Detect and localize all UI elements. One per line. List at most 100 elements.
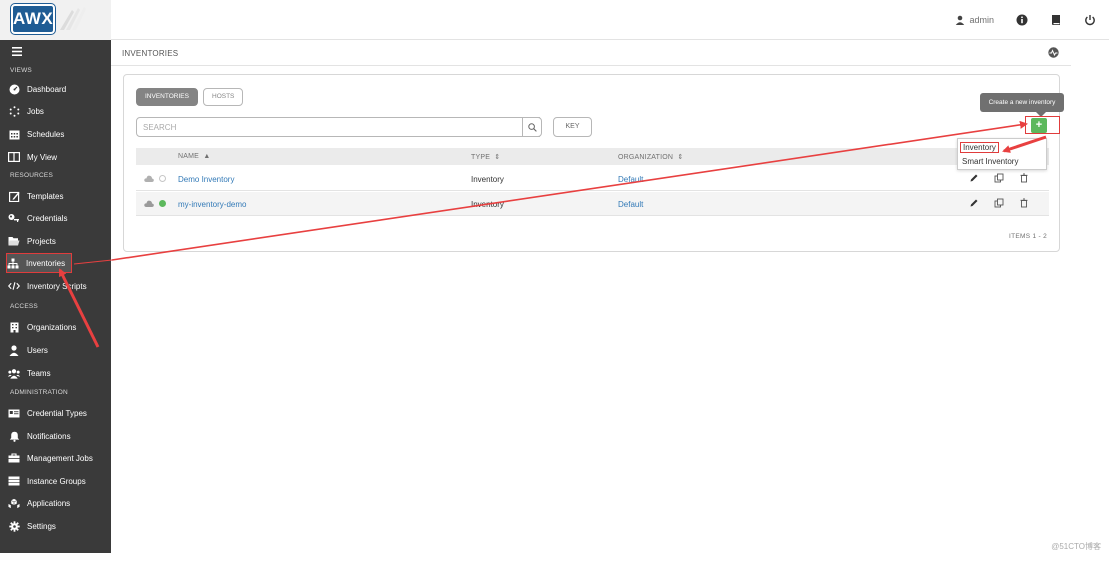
current-user-link[interactable]: admin bbox=[955, 15, 994, 25]
gear-icon bbox=[8, 520, 20, 532]
tab-hosts[interactable]: HOSTS bbox=[203, 88, 244, 106]
edit-icon[interactable] bbox=[969, 198, 979, 208]
sidebar-item-instance-groups[interactable]: Instance Groups bbox=[8, 471, 109, 491]
search-input[interactable] bbox=[136, 117, 540, 137]
sidebar-item-label: Users bbox=[27, 345, 48, 355]
key-icon bbox=[8, 212, 20, 224]
add-dropdown-menu: Inventory Smart Inventory bbox=[957, 138, 1047, 170]
key-button[interactable]: KEY bbox=[553, 117, 592, 137]
column-header-organization[interactable]: ORGANIZATION ⇕ bbox=[618, 153, 684, 161]
sidebar-item-inventories[interactable]: Inventories bbox=[6, 253, 72, 273]
logo-wing-icon bbox=[60, 7, 86, 30]
users-icon bbox=[8, 367, 20, 379]
activity-stream-icon[interactable] bbox=[1048, 47, 1059, 58]
sidebar-item-label: Inventory Scripts bbox=[27, 281, 87, 291]
top-navbar: AWX admin bbox=[0, 0, 1109, 40]
cloud-sync-icon bbox=[144, 175, 154, 182]
organization-link[interactable]: Default bbox=[618, 175, 643, 184]
sidebar-item-label: Inventories bbox=[26, 258, 66, 268]
sidebar-item-my-view[interactable]: My View bbox=[8, 147, 109, 167]
sort-icon: ⇕ bbox=[675, 154, 684, 161]
edit-icon[interactable] bbox=[969, 173, 979, 183]
sidebar-item-applications[interactable]: Applications bbox=[8, 493, 109, 513]
sidebar-item-label: Credential Types bbox=[27, 408, 87, 418]
sidebar: VIEWS Dashboard Jobs Schedules My View R… bbox=[0, 40, 111, 553]
sidebar-item-notifications[interactable]: Notifications bbox=[8, 426, 109, 446]
menu-item-smart-inventory[interactable]: Smart Inventory bbox=[962, 157, 1018, 166]
sidebar-item-settings[interactable]: Settings bbox=[8, 516, 109, 536]
delete-icon[interactable] bbox=[1019, 173, 1029, 183]
bell-icon bbox=[8, 430, 20, 442]
inventory-type: Inventory bbox=[471, 200, 504, 209]
status-indicator-empty bbox=[159, 175, 166, 182]
hamburger-menu-icon[interactable] bbox=[12, 47, 22, 56]
status-indicator-success bbox=[159, 200, 166, 207]
server-icon bbox=[8, 475, 20, 487]
column-header-name[interactable]: NAME ▲ bbox=[178, 153, 210, 160]
sidebar-item-users[interactable]: Users bbox=[8, 340, 109, 360]
user-name: admin bbox=[969, 15, 994, 25]
menu-item-inventory[interactable]: Inventory bbox=[960, 142, 999, 153]
add-tooltip: Create a new inventory bbox=[980, 93, 1064, 112]
search-button[interactable] bbox=[522, 117, 542, 137]
sidebar-item-schedules[interactable]: Schedules bbox=[8, 124, 109, 144]
code-icon bbox=[8, 280, 20, 292]
breadcrumb-bar: INVENTORIES bbox=[111, 40, 1071, 66]
sidebar-section-administration: ADMINISTRATION bbox=[10, 389, 68, 396]
inventories-panel: INVENTORIES HOSTS KEY NAME ▲ TYPE ⇕ ORGA… bbox=[123, 74, 1060, 252]
sidebar-item-credentials[interactable]: Credentials bbox=[8, 208, 109, 228]
sidebar-item-organizations[interactable]: Organizations bbox=[8, 317, 109, 337]
sidebar-item-label: Credentials bbox=[27, 213, 68, 223]
sidebar-section-views: VIEWS bbox=[10, 67, 32, 74]
sidebar-item-label: Dashboard bbox=[27, 84, 67, 94]
sidebar-item-label: Projects bbox=[27, 236, 56, 246]
topbar-actions: admin bbox=[955, 0, 1109, 40]
info-icon[interactable] bbox=[1016, 14, 1028, 26]
sidebar-item-label: Jobs bbox=[27, 106, 44, 116]
sidebar-item-dashboard[interactable]: Dashboard bbox=[8, 79, 109, 99]
logo-area: AWX bbox=[0, 0, 111, 40]
user-icon bbox=[956, 15, 965, 25]
sidebar-section-access: ACCESS bbox=[10, 303, 38, 310]
breadcrumb[interactable]: INVENTORIES bbox=[122, 49, 178, 58]
dashboard-icon bbox=[8, 83, 20, 95]
delete-icon[interactable] bbox=[1019, 198, 1029, 208]
sidebar-item-templates[interactable]: Templates bbox=[8, 186, 109, 206]
sidebar-item-label: Teams bbox=[27, 368, 51, 378]
docs-icon[interactable] bbox=[1050, 14, 1062, 26]
inventory-name-link[interactable]: Demo Inventory bbox=[178, 175, 234, 184]
sidebar-item-credential-types[interactable]: Credential Types bbox=[8, 403, 109, 423]
add-inventory-button[interactable]: + bbox=[1031, 118, 1047, 133]
copy-icon[interactable] bbox=[994, 198, 1004, 208]
cloud-sync-icon bbox=[144, 200, 154, 207]
sidebar-item-label: My View bbox=[27, 152, 58, 162]
awx-logo[interactable]: AWX bbox=[11, 4, 55, 34]
column-header-type[interactable]: TYPE ⇕ bbox=[471, 153, 500, 161]
watermark: @51CTO博客 bbox=[1051, 542, 1101, 551]
jobs-icon bbox=[8, 105, 20, 117]
power-icon[interactable] bbox=[1084, 14, 1096, 26]
columns-icon bbox=[8, 151, 20, 163]
copy-icon[interactable] bbox=[994, 173, 1004, 183]
sitemap-icon bbox=[7, 257, 19, 269]
cubes-icon bbox=[8, 497, 20, 509]
table-row: Demo Inventory Inventory Default bbox=[136, 167, 1049, 191]
sidebar-item-label: Management Jobs bbox=[27, 453, 93, 463]
sidebar-item-projects[interactable]: Projects bbox=[8, 231, 109, 251]
sidebar-item-label: Applications bbox=[27, 498, 71, 508]
tab-inventories[interactable]: INVENTORIES bbox=[136, 88, 198, 106]
calendar-icon bbox=[8, 128, 20, 140]
pencil-square-icon bbox=[8, 190, 20, 202]
sort-icon: ⇕ bbox=[492, 154, 501, 161]
sidebar-item-jobs[interactable]: Jobs bbox=[8, 101, 109, 121]
id-card-icon bbox=[8, 407, 20, 419]
sidebar-item-teams[interactable]: Teams bbox=[8, 363, 109, 383]
sidebar-section-resources: RESOURCES bbox=[10, 172, 53, 179]
organization-link[interactable]: Default bbox=[618, 200, 643, 209]
building-icon bbox=[8, 321, 20, 333]
user-icon bbox=[8, 344, 20, 356]
sidebar-item-inventory-scripts[interactable]: Inventory Scripts bbox=[8, 276, 109, 296]
sidebar-item-management-jobs[interactable]: Management Jobs bbox=[8, 448, 109, 468]
table-header: NAME ▲ TYPE ⇕ ORGANIZATION ⇕ bbox=[136, 148, 1049, 165]
inventory-name-link[interactable]: my-inventory-demo bbox=[178, 200, 246, 209]
